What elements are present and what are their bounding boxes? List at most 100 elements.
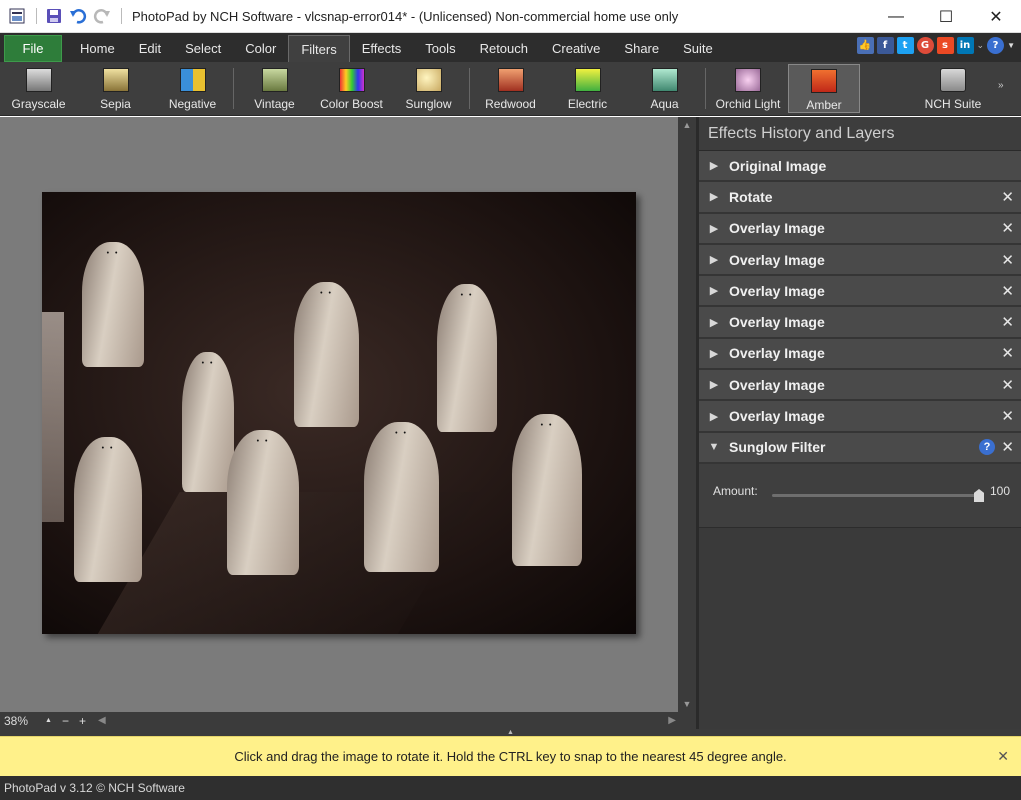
filter-layer-header[interactable]: ▼ Sunglow Filter ? ✕ — [699, 432, 1021, 464]
redo-icon[interactable] — [91, 5, 113, 27]
menu-retouch[interactable]: Retouch — [468, 35, 540, 62]
layer-label: Overlay Image — [729, 376, 825, 393]
remove-layer-icon[interactable]: ✕ — [1001, 376, 1014, 394]
linkedin-icon[interactable]: in — [956, 37, 974, 54]
zoom-level[interactable]: 38% — [0, 714, 40, 728]
remove-layer-icon[interactable]: ✕ — [1001, 251, 1014, 269]
toolbar-overflow-icon[interactable]: » — [996, 62, 1004, 115]
tool-sunglow[interactable]: Sunglow — [390, 62, 467, 115]
tool-amber[interactable]: Amber — [788, 64, 860, 113]
remove-layer-icon[interactable]: ✕ — [1001, 188, 1014, 206]
remove-layer-icon[interactable]: ✕ — [1001, 438, 1014, 456]
expand-icon[interactable]: ▶ — [699, 253, 729, 266]
zoom-up-icon[interactable]: ▲ — [40, 717, 57, 724]
menu-select[interactable]: Select — [173, 35, 233, 62]
layer-item[interactable]: ▶ Overlay Image ✕ — [699, 370, 1021, 402]
filter-label: Sunglow Filter — [729, 439, 826, 456]
expand-icon[interactable]: ▶ — [699, 159, 729, 172]
scroll-right-icon[interactable]: ▶ — [668, 715, 676, 726]
scroll-left-icon[interactable]: ◀ — [98, 715, 106, 726]
hint-collapse-toggle[interactable]: ▲ — [0, 729, 1021, 736]
close-button[interactable]: ✕ — [971, 0, 1021, 33]
tool-orchid-light[interactable]: Orchid Light — [708, 62, 788, 115]
save-icon[interactable] — [43, 5, 65, 27]
layer-item[interactable]: ▶ Overlay Image ✕ — [699, 276, 1021, 308]
google-plus-icon[interactable]: G — [916, 37, 934, 54]
zoom-in-button[interactable]: + — [74, 714, 91, 728]
app-menu-icon[interactable] — [6, 5, 28, 27]
menu-file[interactable]: File — [4, 35, 62, 62]
canvas-horizontal-scrollbar[interactable]: ◀ ▶ — [98, 712, 676, 729]
tool-nch-suite[interactable]: NCH Suite — [910, 62, 996, 115]
expand-icon[interactable]: ▶ — [699, 378, 729, 391]
twitter-icon[interactable]: t — [896, 37, 914, 54]
tool-sepia[interactable]: Sepia — [77, 62, 154, 115]
tool-label: Electric — [567, 97, 608, 111]
layer-label: Overlay Image — [729, 251, 825, 268]
tool-grayscale[interactable]: Grayscale — [0, 62, 77, 115]
expand-icon[interactable]: ▶ — [699, 347, 729, 360]
amount-slider[interactable] — [772, 488, 984, 502]
tool-aqua[interactable]: Aqua — [626, 62, 703, 115]
maximize-button[interactable]: ☐ — [921, 0, 971, 33]
facebook-icon[interactable]: f — [876, 37, 894, 54]
remove-layer-icon[interactable]: ✕ — [1001, 282, 1014, 300]
expand-icon[interactable]: ▶ — [699, 410, 729, 423]
tool-electric[interactable]: Electric — [549, 62, 626, 115]
image-canvas[interactable] — [0, 117, 678, 712]
menu-share[interactable]: Share — [612, 35, 671, 62]
menu-effects[interactable]: Effects — [350, 35, 414, 62]
remove-layer-icon[interactable]: ✕ — [1001, 219, 1014, 237]
help-icon[interactable]: ? — [987, 37, 1005, 54]
layer-item[interactable]: ▶ Overlay Image ✕ — [699, 338, 1021, 371]
scroll-down-icon[interactable]: ▼ — [678, 696, 696, 712]
layer-item[interactable]: ▶ Original Image — [699, 151, 1021, 183]
status-bar: PhotoPad v 3.12 © NCH Software — [0, 776, 1021, 800]
expand-icon[interactable]: ▶ — [699, 190, 729, 203]
menu-filters[interactable]: Filters — [288, 35, 350, 62]
help-dropdown-icon[interactable]: ▼ — [1007, 41, 1015, 50]
ghost-figure — [294, 282, 359, 427]
layer-item[interactable]: ▶ Rotate ✕ — [699, 182, 1021, 214]
remove-layer-icon[interactable]: ✕ — [1001, 313, 1014, 331]
tool-vintage[interactable]: Vintage — [236, 62, 313, 115]
ghost-figure — [227, 430, 299, 575]
menu-bar: File Home Edit Select Color Filters Effe… — [0, 33, 1021, 62]
expand-icon[interactable]: ▶ — [699, 284, 729, 297]
layer-item[interactable]: ▶ Overlay Image ✕ — [699, 307, 1021, 339]
tool-label: Amber — [806, 98, 842, 112]
menu-suite[interactable]: Suite — [671, 35, 725, 62]
amount-slider-thumb[interactable] — [974, 488, 984, 502]
menu-tools[interactable]: Tools — [413, 35, 467, 62]
menu-home[interactable]: Home — [68, 35, 127, 62]
collapse-icon[interactable]: ▼ — [699, 441, 729, 453]
close-hint-icon[interactable]: ✕ — [997, 748, 1009, 765]
help-icon[interactable]: ? — [979, 439, 995, 456]
layer-item[interactable]: ▶ Overlay Image ✕ — [699, 401, 1021, 433]
edited-image[interactable] — [42, 192, 636, 634]
expand-icon[interactable]: ▶ — [699, 222, 729, 235]
stumbleupon-icon[interactable]: s — [936, 37, 954, 54]
undo-icon[interactable] — [67, 5, 89, 27]
canvas-vertical-scrollbar[interactable]: ▲ ▼ — [678, 117, 696, 712]
expand-icon[interactable]: ▶ — [699, 316, 729, 329]
remove-layer-icon[interactable]: ✕ — [1001, 344, 1014, 362]
zoom-out-button[interactable]: − — [57, 714, 74, 728]
remove-layer-icon[interactable]: ✕ — [1001, 407, 1014, 425]
menu-edit[interactable]: Edit — [127, 35, 173, 62]
menu-creative[interactable]: Creative — [540, 35, 612, 62]
layer-item[interactable]: ▶ Overlay Image ✕ — [699, 244, 1021, 277]
color-boost-icon — [338, 68, 365, 92]
menu-color[interactable]: Color — [233, 35, 288, 62]
aqua-icon — [651, 68, 678, 92]
tool-redwood[interactable]: Redwood — [472, 62, 549, 115]
layer-item[interactable]: ▶ Overlay Image ✕ — [699, 213, 1021, 245]
scroll-track[interactable] — [678, 133, 696, 696]
tool-negative[interactable]: Negative — [154, 62, 231, 115]
minimize-button[interactable]: — — [871, 0, 921, 33]
thumbs-up-icon[interactable]: 👍 — [856, 37, 874, 54]
layer-label: Overlay Image — [729, 345, 825, 362]
scroll-up-icon[interactable]: ▲ — [678, 117, 696, 133]
chevron-down-icon[interactable]: ⌄ — [977, 40, 985, 51]
tool-color-boost[interactable]: Color Boost — [313, 62, 390, 115]
